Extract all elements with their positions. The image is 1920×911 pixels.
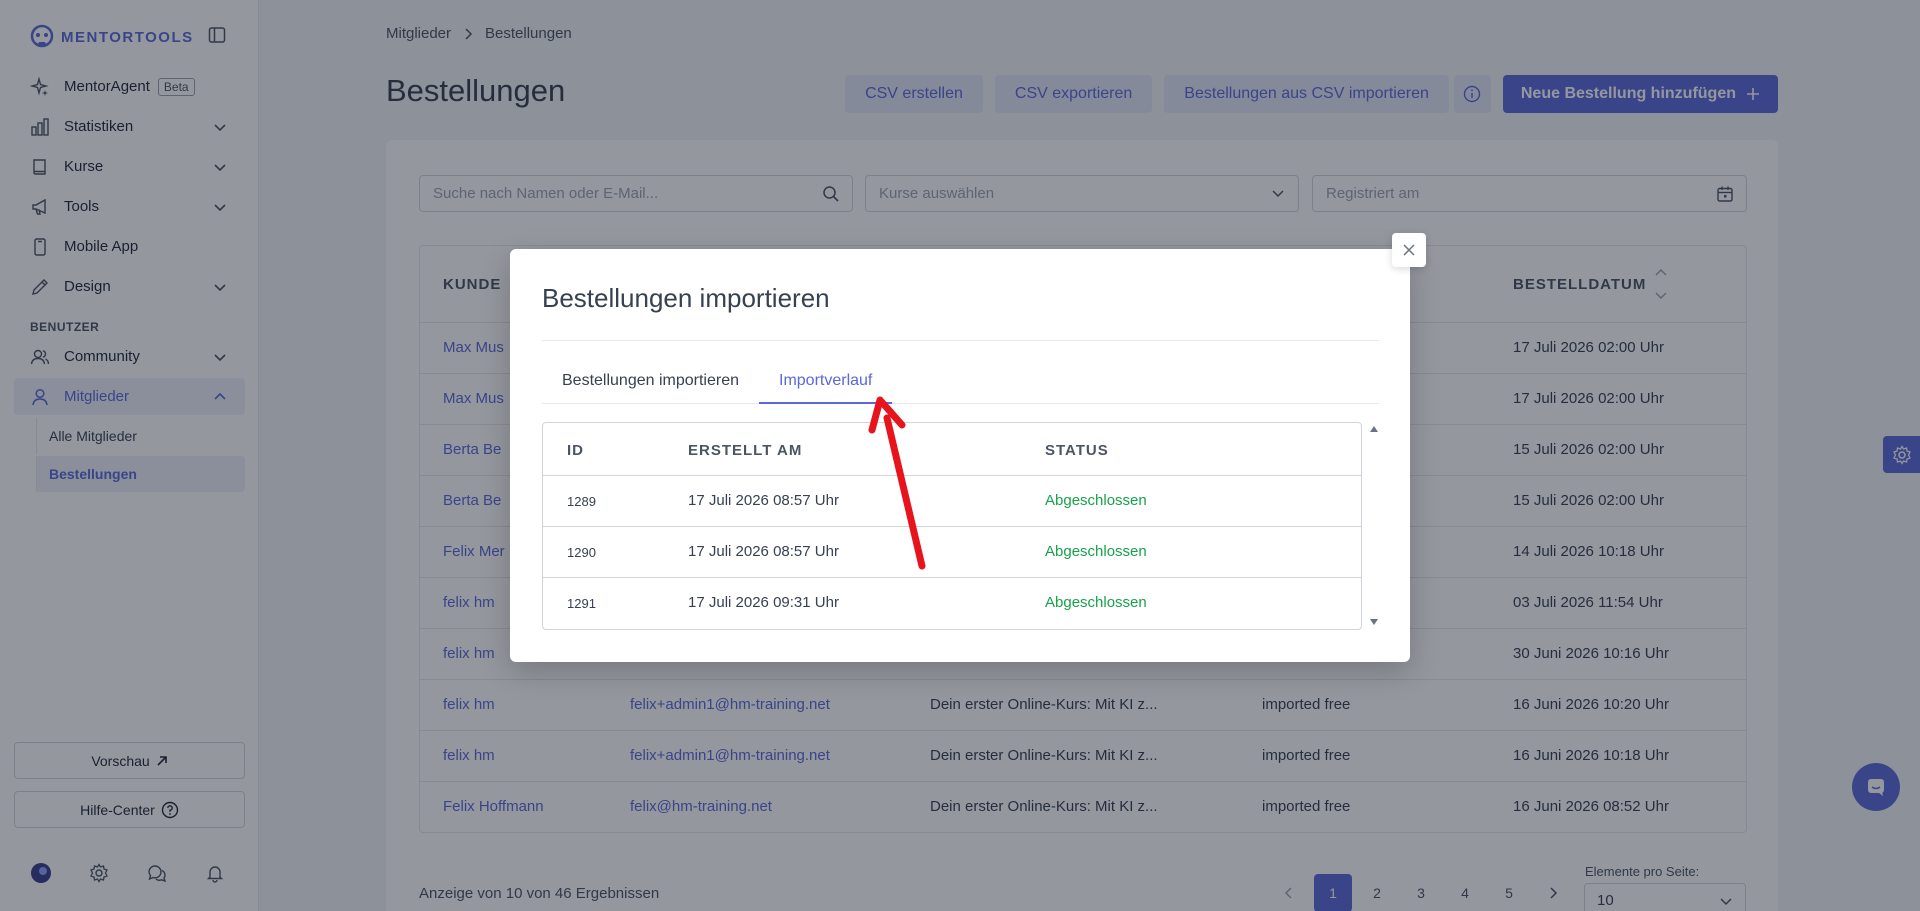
import-table-row: 1289 17 Juli 2026 08:57 Uhr Abgeschlossen [543, 476, 1361, 527]
import-history-table: ID ERSTELLT AM STATUS 1289 17 Juli 2026 0… [542, 422, 1362, 630]
cell-created: 17 Juli 2026 09:31 Uhr [688, 594, 839, 611]
scroll-down-arrow-icon[interactable] [1369, 618, 1379, 626]
cell-created: 17 Juli 2026 08:57 Uhr [688, 492, 839, 509]
tab-import-orders[interactable]: Bestellungen importieren [542, 370, 759, 404]
import-table-header: ID ERSTELLT AM STATUS [543, 423, 1361, 476]
modal-tabs: Bestellungen importieren Importverlauf [542, 370, 1379, 404]
cell-created: 17 Juli 2026 08:57 Uhr [688, 543, 839, 560]
modal-title: Bestellungen importieren [542, 283, 830, 313]
import-table-row: 1291 17 Juli 2026 09:31 Uhr Abgeschlossen [543, 578, 1361, 629]
column-header-created: ERSTELLT AM [688, 442, 803, 459]
modal-close-button[interactable] [1392, 233, 1426, 267]
cell-import-id: 1289 [567, 494, 596, 509]
column-header-status: STATUS [1045, 442, 1109, 459]
cell-import-id: 1290 [567, 545, 596, 560]
column-header-id: ID [567, 442, 584, 459]
import-modal: Bestellungen importieren Bestellungen im… [510, 249, 1410, 662]
tab-import-history[interactable]: Importverlauf [759, 370, 893, 404]
cell-import-status: Abgeschlossen [1045, 543, 1147, 560]
scroll-up-arrow-icon[interactable] [1369, 425, 1379, 433]
cell-import-status: Abgeschlossen [1045, 594, 1147, 611]
modal-divider [542, 340, 1379, 341]
import-table-row: 1290 17 Juli 2026 08:57 Uhr Abgeschlossen [543, 527, 1361, 578]
cell-import-status: Abgeschlossen [1045, 492, 1147, 509]
cell-import-id: 1291 [567, 596, 596, 611]
close-icon [1402, 243, 1416, 257]
import-table-body: 1289 17 Juli 2026 08:57 Uhr Abgeschlossen 1… [543, 476, 1361, 629]
